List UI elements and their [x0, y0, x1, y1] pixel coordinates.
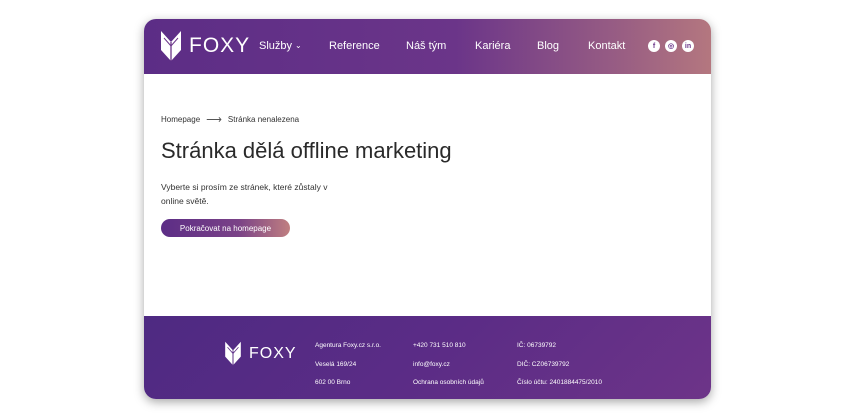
- nav-item-blog[interactable]: Blog: [537, 40, 559, 52]
- footer-city: 602 00 Brno: [315, 379, 351, 386]
- nav-item-kariera[interactable]: Kariéra: [475, 40, 510, 52]
- breadcrumb: Homepage ⟶ Stránka nenalezena: [161, 113, 299, 126]
- site-footer: FOXY Agentura Foxy.cz s.r.o. Veselá 169/…: [144, 316, 711, 399]
- footer-phone-link[interactable]: +420 731 510 810: [413, 342, 484, 361]
- footer-ic: IČ: 06739792: [517, 342, 557, 349]
- footer-logo-text: FOXY: [249, 344, 297, 362]
- linkedin-icon[interactable]: in: [682, 40, 694, 52]
- nav-item-reference[interactable]: Reference: [329, 40, 380, 52]
- breadcrumb-home[interactable]: Homepage: [161, 115, 200, 124]
- nav-item-nas-tym[interactable]: Náš tým: [406, 40, 446, 52]
- footer-privacy-link[interactable]: Ochrana osobních údajů: [413, 379, 484, 398]
- page-description: Vyberte si prosím ze stránek, které zůst…: [161, 182, 328, 206]
- chevron-down-icon: ⌄: [295, 41, 302, 50]
- continue-homepage-button[interactable]: Pokračovat na homepage: [161, 219, 290, 237]
- footer-company-column: Agentura Foxy.cz s.r.o. Veselá 169/24 60…: [315, 342, 381, 398]
- nav-item-sluzby[interactable]: Služby ⌄: [259, 40, 302, 52]
- nav-item-kontakt[interactable]: Kontakt: [588, 40, 625, 52]
- footer-street: Veselá 169/24: [315, 360, 357, 368]
- footer-dic: DIČ: CZ06739792: [517, 360, 570, 368]
- nav-label: Služby: [259, 40, 293, 52]
- footer-legal-column: IČ: 06739792 DIČ: CZ06739792 Číslo účtu:…: [517, 342, 602, 398]
- footer-bank-account: Číslo účtu: 2401884475/2010: [517, 379, 602, 386]
- facebook-icon[interactable]: f: [648, 40, 660, 52]
- breadcrumb-current: Stránka nenalezena: [227, 115, 300, 124]
- main-nav: Služby ⌄ Reference Náš tým Kariéra Blog K…: [144, 19, 711, 74]
- page-title: Stránka dělá offline marketing: [161, 138, 452, 163]
- site-header: FOXY Služby ⌄ Reference Náš tým Kariéra B…: [144, 19, 711, 74]
- footer-logo[interactable]: FOXY: [224, 341, 297, 366]
- instagram-icon[interactable]: ◎: [665, 40, 677, 52]
- footer-email-link[interactable]: info@foxy.cz: [413, 361, 484, 380]
- arrow-right-icon: ⟶: [206, 114, 222, 126]
- footer-contact-column: +420 731 510 810 info@foxy.cz Ochrana os…: [413, 342, 484, 398]
- footer-company-name: Agentura Foxy.cz s.r.o.: [315, 342, 381, 349]
- browser-page: FOXY Služby ⌄ Reference Náš tým Kariéra B…: [144, 19, 711, 399]
- fox-logo-icon: [225, 341, 241, 366]
